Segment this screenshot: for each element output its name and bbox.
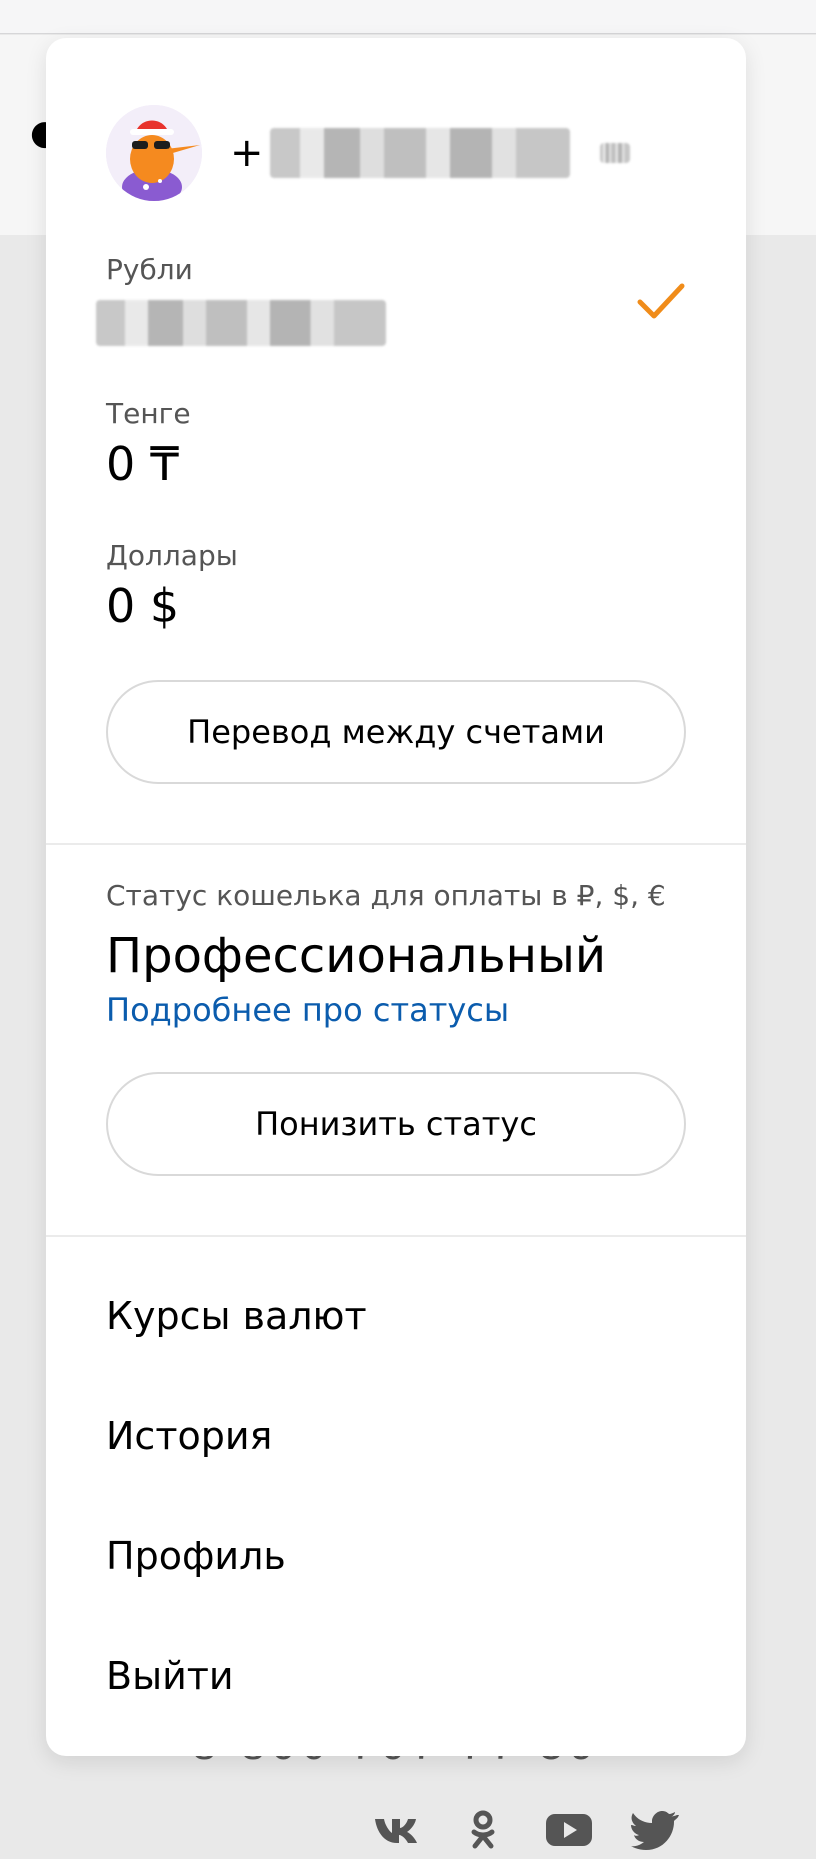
downgrade-status-button[interactable]: Понизить статус	[106, 1072, 686, 1176]
account-phone: +	[230, 128, 630, 178]
wallet-status-label: Статус кошелька для оплаты в ₽, $, €	[106, 879, 666, 912]
account-dollars[interactable]: Доллары 0 $	[106, 538, 706, 648]
youtube-icon[interactable]	[544, 1810, 594, 1850]
twitter-icon[interactable]	[630, 1810, 680, 1850]
status-info-link[interactable]: Подробнее про статусы	[106, 988, 509, 1032]
phone-redacted	[269, 128, 570, 178]
menu-item-history[interactable]: История	[106, 1408, 706, 1528]
menu-item-profile[interactable]: Профиль	[106, 1528, 706, 1648]
account-balance: 0 $	[106, 579, 180, 633]
menu-item-logout[interactable]: Выйти	[106, 1648, 706, 1768]
account-header: +	[106, 88, 706, 218]
vk-icon[interactable]	[372, 1810, 422, 1850]
browser-top-bar	[0, 0, 816, 34]
transfer-between-accounts-button[interactable]: Перевод между счетами	[106, 680, 686, 784]
phone-redacted-tail	[599, 143, 630, 163]
avatar[interactable]	[106, 105, 202, 201]
account-balance	[96, 292, 706, 358]
divider	[46, 1235, 746, 1237]
account-label: Рубли	[106, 253, 193, 286]
account-label: Доллары	[106, 539, 238, 572]
divider	[46, 843, 746, 845]
phone-prefix: +	[230, 130, 264, 176]
odnoklassniki-icon[interactable]	[458, 1810, 508, 1850]
account-rubles[interactable]: Рубли	[96, 252, 706, 362]
wallet-status-value: Профессиональный	[106, 928, 607, 984]
account-label: Тенге	[106, 397, 191, 430]
social-links	[372, 1808, 692, 1852]
account-tenge[interactable]: Тенге 0 ₸	[106, 396, 706, 506]
menu-item-exchange-rates[interactable]: Курсы валют	[106, 1288, 706, 1408]
balance-redacted	[96, 300, 386, 346]
check-icon	[637, 283, 685, 319]
account-dropdown: + Рубли Тенге 0 ₸ Доллары 0 $ Перевод ме…	[46, 38, 746, 1756]
account-balance: 0 ₸	[106, 437, 180, 491]
account-menu: Курсы валют История Профиль Выйти	[106, 1288, 706, 1768]
